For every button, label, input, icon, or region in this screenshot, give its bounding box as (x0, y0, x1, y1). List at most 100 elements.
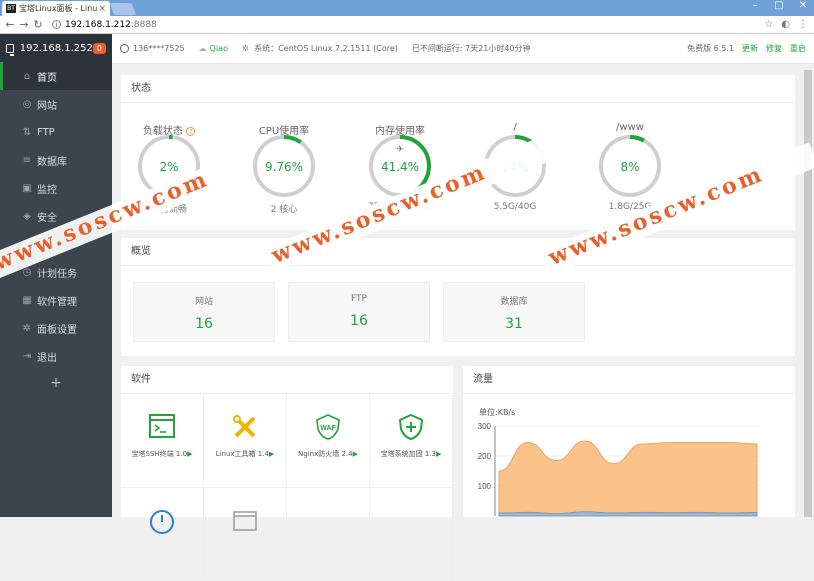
sidebar-item-label: 数据库 (37, 153, 67, 168)
terminal-icon (147, 413, 177, 441)
server-icon (6, 44, 14, 53)
sidebar: 192.168.1.252 0 ⌂首页◎网站⇅FTP≡数据库▣监控◈安全▭文件◷… (0, 34, 112, 517)
tab-title: 宝塔Linux面板 - Linux板 (19, 3, 98, 14)
sidebar-item-label: 安全 (37, 209, 57, 224)
monitor-icon: ▣ (21, 183, 33, 194)
software-item[interactable]: WAFNginx防火墙 2.4▶ (287, 395, 370, 488)
stat-value: 16 (134, 316, 274, 332)
gauge-label: / (467, 122, 563, 133)
system-info: ✲ 系统：CentOS Linux 7.2.1511 (Core) (242, 43, 398, 54)
software-name: Linux工具箱 1.4▶ (204, 449, 286, 459)
grid-icon: ▦ (21, 295, 33, 306)
home-icon: ⌂ (21, 71, 33, 82)
user-icon (120, 44, 129, 53)
qiao-label: Qiao (210, 44, 228, 53)
gauge-value: 8% (582, 160, 678, 174)
url-field[interactable]: i 192.168.1.212 :8888 (52, 20, 157, 30)
gauge-label: /www (582, 122, 678, 133)
gear-icon: ✲ (242, 44, 249, 53)
software-item-empty[interactable] (287, 488, 370, 581)
status-title: 状态 (121, 75, 795, 103)
stat-box[interactable]: 网站 16 (133, 282, 275, 342)
menu-icon[interactable]: ⋮ (798, 19, 808, 30)
sidebar-item-label: FTP (37, 127, 55, 138)
rocket-icon[interactable]: ✈ (352, 145, 448, 155)
sidebar-item-label: 退出 (37, 349, 57, 364)
sidebar-item-label: 计划任务 (37, 265, 77, 280)
minimize-icon[interactable]: – (748, 0, 762, 11)
sidebar-item[interactable]: ◎网站 (0, 90, 112, 118)
waf-badge: WAF (320, 425, 336, 432)
gauge-label-text: / (513, 122, 516, 133)
star-icon[interactable]: ☆ (764, 19, 773, 30)
user-account[interactable]: 136****7525 (120, 44, 185, 53)
sidebar-item[interactable]: ≡ 数据库 (0, 146, 112, 174)
y-tick-label: 100 (478, 482, 492, 491)
back-icon[interactable]: ← (4, 18, 16, 31)
window-icon (230, 506, 260, 534)
sidebar-header: 192.168.1.252 0 (0, 34, 112, 62)
sidebar-item-label: 软件管理 (37, 293, 77, 308)
qiao-link[interactable]: ☁ Qiao (199, 44, 228, 53)
gear-icon: ✲ (21, 323, 33, 334)
database-icon: ≡ (21, 155, 33, 166)
address-bar: ← → ↻ i 192.168.1.212 :8888 ☆ ◐ ⋮ (0, 16, 814, 34)
software-panel: 软件 宝塔SSH终端 1.0▶Linux工具箱 1.4▶WAFNginx防火墙 … (121, 366, 453, 517)
software-name-text: 宝塔SSH终端 1.0 (132, 450, 188, 458)
clock-icon (147, 506, 177, 534)
software-name-text: Linux工具箱 1.4 (216, 450, 269, 458)
extension-icon[interactable]: ◐ (781, 19, 790, 30)
software-title: 软件 (121, 366, 453, 394)
play-icon[interactable]: ▶ (353, 450, 358, 458)
waf-icon: WAF (313, 413, 343, 441)
maximize-icon[interactable]: □ (772, 0, 786, 11)
play-icon[interactable]: ▶ (269, 450, 274, 458)
sidebar-item[interactable]: ⌂首页 (0, 62, 112, 90)
repair-link[interactable]: 修复 (766, 43, 782, 54)
sidebar-item[interactable]: ▣监控 (0, 174, 112, 202)
version-label: 免费版 6.5.1 (687, 43, 734, 54)
software-item[interactable]: 宝塔系统加固 1.3▶ (370, 395, 453, 488)
software-item[interactable]: 宝塔SSH终端 1.0▶ (121, 395, 204, 488)
close-window-icon[interactable]: ✕ (796, 0, 810, 11)
page-scrollbar[interactable] (804, 70, 812, 517)
new-tab-button[interactable] (110, 3, 136, 15)
url-port: :8888 (131, 20, 157, 30)
user-phone: 136****7525 (133, 44, 185, 53)
traffic-series-area (499, 512, 757, 516)
software-item-empty[interactable] (370, 488, 453, 581)
traffic-chart: 300200100 (463, 416, 795, 517)
tab-close-icon[interactable]: × (98, 4, 106, 14)
stat-label: 网站 (134, 294, 274, 307)
gauge-value: 41.4% (352, 160, 448, 174)
restart-link[interactable]: 重启 (790, 43, 806, 54)
stat-box[interactable]: FTP16 (288, 282, 430, 342)
play-icon[interactable]: ▶ (436, 450, 441, 458)
sidebar-item[interactable]: ▦ 软件管理 (0, 286, 112, 314)
sidebar-item[interactable]: ⇥ 退出 (0, 342, 112, 370)
gauge-subtext: 2 核心 (236, 202, 332, 215)
sidebar-item-label: 网站 (37, 97, 57, 112)
overview-title: 概览 (121, 238, 795, 266)
software-item-empty[interactable] (204, 488, 287, 581)
update-link[interactable]: 更新 (742, 43, 758, 54)
stat-box[interactable]: 数据库31 (443, 282, 585, 342)
stat-value: 31 (444, 316, 584, 332)
sidebar-item[interactable]: ⇅ FTP (0, 118, 112, 146)
sidebar-item[interactable]: ✲面板设置 (0, 314, 112, 342)
software-item-empty[interactable] (121, 488, 204, 581)
url-host: 192.168.1.212 (65, 20, 131, 30)
ftp-icon: ⇅ (21, 127, 33, 138)
message-badge[interactable]: 0 (93, 43, 106, 54)
forward-icon[interactable]: → (18, 18, 30, 31)
scrollbar-thumb[interactable] (804, 70, 812, 517)
add-shortcut-button[interactable]: + (0, 370, 112, 396)
logout-icon: ⇥ (21, 351, 33, 362)
info-icon[interactable]: i (52, 20, 61, 29)
stat-value: 16 (289, 313, 429, 329)
browser-tab[interactable]: BT 宝塔Linux面板 - Linux板 × (2, 1, 110, 16)
traffic-series-area (499, 441, 757, 516)
reload-icon[interactable]: ↻ (32, 18, 44, 31)
play-icon[interactable]: ▶ (187, 450, 192, 458)
software-item[interactable]: Linux工具箱 1.4▶ (204, 395, 287, 488)
